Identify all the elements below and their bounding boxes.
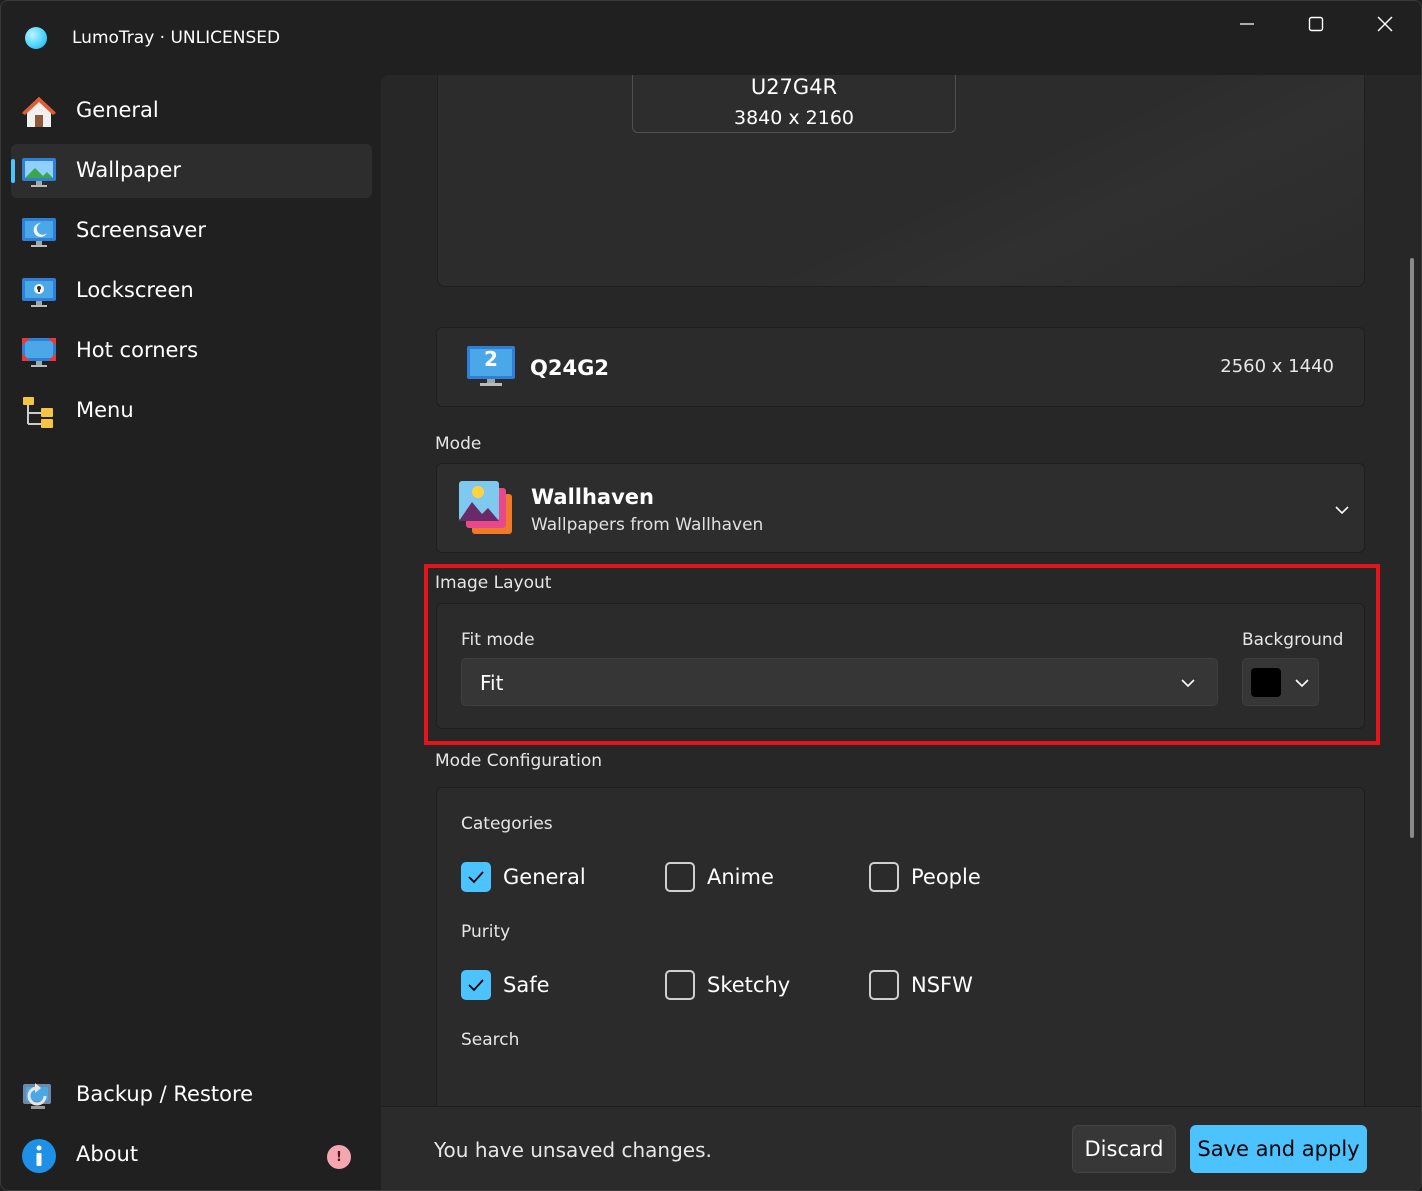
window-title: LumoTray · UNLICENSED — [72, 28, 281, 48]
checkbox-label: Safe — [503, 973, 550, 997]
sidebar-item-label: Menu — [76, 398, 134, 422]
checkbox-label: NSFW — [911, 973, 973, 997]
image-layout-highlight — [424, 564, 1380, 745]
minimize-button[interactable] — [1224, 7, 1270, 41]
checkbox-safe[interactable] — [461, 970, 491, 1000]
discard-button[interactable]: Discard — [1072, 1125, 1176, 1173]
mode-configuration-card: Categories General Anime People Purity S… — [436, 787, 1365, 1106]
unsaved-status: You have unsaved changes. — [434, 1138, 712, 1162]
sidebar-item-hot-corners[interactable]: Hot corners — [11, 324, 372, 378]
backup-icon — [23, 1083, 51, 1109]
checkbox-people[interactable] — [869, 862, 899, 892]
monitor-number: 2 — [484, 347, 498, 371]
sidebar-item-backup-restore[interactable]: Backup / Restore — [11, 1068, 372, 1122]
unsaved-changes-bar: You have unsaved changes. Discard Save a… — [381, 1106, 1421, 1190]
sidebar-item-wallpaper[interactable]: Wallpaper — [11, 144, 372, 198]
mode-dropdown[interactable]: Wallhaven Wallpapers from Wallhaven — [436, 463, 1365, 553]
close-button[interactable] — [1362, 7, 1408, 41]
sidebar-item-about[interactable]: About ! — [11, 1128, 372, 1182]
sidebar-item-label: Backup / Restore — [76, 1082, 254, 1106]
sidebar: General Wallpaper Screensaver Lockscreen… — [1, 75, 381, 1190]
checkbox-nsfw[interactable] — [869, 970, 899, 1000]
monitor-resolution: 3840 x 2160 — [733, 107, 855, 129]
save-and-apply-button[interactable]: Save and apply — [1190, 1125, 1367, 1173]
hot-corners-icon — [22, 338, 56, 367]
menu-tree-icon — [23, 397, 53, 428]
checkmark-icon — [468, 871, 484, 884]
maximize-button[interactable] — [1293, 7, 1339, 41]
wallhaven-icon — [459, 481, 512, 534]
sidebar-item-label: Lockscreen — [76, 278, 194, 302]
chevron-down-icon — [1335, 506, 1349, 515]
monitor-name: U27G4R — [750, 75, 838, 99]
monitor-layout-preview: U27G4R 3840 x 2160 — [437, 75, 1365, 287]
sidebar-item-menu[interactable]: Menu — [11, 384, 372, 438]
checkbox-anime[interactable] — [665, 862, 695, 892]
wallpaper-icon — [22, 158, 56, 187]
sidebar-item-label: Hot corners — [76, 338, 199, 362]
app-window: LumoTray · UNLICENSED General Wallpaper … — [0, 0, 1422, 1191]
checkbox-label: General — [503, 865, 586, 889]
checkbox-label: People — [911, 865, 981, 889]
mode-description: Wallpapers from Wallhaven — [531, 515, 764, 535]
active-indicator — [11, 159, 15, 183]
sidebar-item-lockscreen[interactable]: Lockscreen — [11, 264, 372, 318]
checkbox-label: Anime — [707, 865, 774, 889]
search-label: Search — [461, 1030, 520, 1050]
home-icon — [22, 97, 56, 127]
screensaver-icon — [22, 218, 56, 247]
info-icon — [22, 1139, 56, 1173]
sidebar-item-label: Wallpaper — [76, 158, 182, 182]
checkbox-sketchy[interactable] — [665, 970, 695, 1000]
content-scrollbar[interactable] — [1410, 258, 1414, 838]
checkbox-label: Sketchy — [707, 973, 791, 997]
minimize-icon — [1240, 23, 1254, 25]
sidebar-item-label: General — [76, 98, 159, 122]
selected-monitor-card[interactable]: 2 Q24G2 2560 x 1440 — [436, 327, 1365, 407]
categories-label: Categories — [461, 814, 553, 834]
notification-badge: ! — [327, 1145, 351, 1169]
mode-section-label: Mode — [435, 434, 482, 454]
purity-label: Purity — [461, 922, 511, 942]
app-logo-icon — [25, 27, 47, 49]
sidebar-item-label: About — [76, 1142, 139, 1166]
close-icon — [1377, 16, 1393, 32]
sidebar-item-label: Screensaver — [76, 218, 206, 242]
title-bar: LumoTray · UNLICENSED — [1, 1, 1421, 75]
monitor-tile-u27g4r[interactable]: U27G4R 3840 x 2160 — [632, 75, 956, 133]
checkmark-icon — [468, 979, 484, 992]
monitor-resolution: 2560 x 1440 — [1220, 356, 1334, 377]
maximize-icon — [1308, 16, 1324, 32]
mode-name: Wallhaven — [531, 485, 654, 509]
sidebar-item-general[interactable]: General — [11, 84, 372, 138]
checkbox-general[interactable] — [461, 862, 491, 892]
mode-configuration-section-label: Mode Configuration — [435, 751, 603, 771]
lockscreen-icon — [22, 278, 56, 307]
monitor-name: Q24G2 — [530, 356, 609, 380]
sidebar-item-screensaver[interactable]: Screensaver — [11, 204, 372, 258]
